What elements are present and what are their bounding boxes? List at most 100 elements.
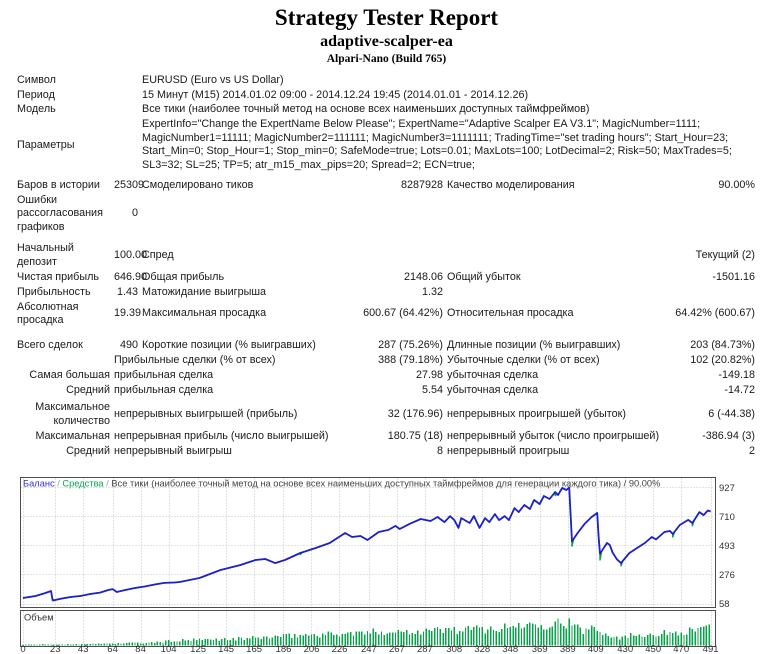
stat-row: Чистая прибыль 646.90 Общая прибыль 2148.06… xyxy=(15,270,757,285)
stat-cell: 102 (20.82%) xyxy=(690,353,756,366)
stat-cell: Прибыльность xyxy=(17,285,91,298)
stat-cell: Символ xyxy=(17,73,56,86)
stat-cell: 5.54 xyxy=(421,383,443,396)
stat-cell: 287 (75.26%) xyxy=(378,338,443,351)
stat-cell: 388 (79.18%) xyxy=(378,353,443,366)
stat-cell: ExpertInfo="Change the ExpertName Below … xyxy=(142,118,732,171)
stat-cell: 6 (-44.38) xyxy=(708,408,756,421)
stat-cell: -149.18 xyxy=(718,368,756,381)
balance-pane xyxy=(19,476,717,609)
spacer-cell xyxy=(15,328,757,338)
svg-text:247: 247 xyxy=(361,644,377,654)
stat-cell: Максимальная xyxy=(35,429,110,442)
stat-cell: Все тики (наиболее точный метод на основ… xyxy=(142,103,590,116)
stat-cell: 2 xyxy=(749,444,756,457)
stat-cell-empty xyxy=(15,353,112,368)
svg-text:23: 23 xyxy=(50,644,61,654)
stat-cell: EURUSD (Euro vs US Dollar) xyxy=(142,73,284,86)
stat-cell-empty xyxy=(140,193,757,235)
stats-table: Символ EURUSD (Euro vs US Dollar) Период 15… xyxy=(15,73,757,459)
y-axis-labels: 927 710 493 276 58 xyxy=(719,483,735,610)
stat-cell: Качество моделирования xyxy=(447,178,575,191)
page-title: Strategy Tester Report xyxy=(274,5,499,30)
svg-text:389: 389 xyxy=(560,644,576,654)
stat-cell: 64.42% (600.67) xyxy=(675,307,756,320)
stat-cell: -14.72 xyxy=(724,383,756,396)
svg-text:145: 145 xyxy=(218,644,234,654)
svg-text:64: 64 xyxy=(107,644,118,654)
stat-cell: Убыточные сделки (% от всех) xyxy=(447,353,600,366)
stat-cell: прибыльная сделка xyxy=(114,368,214,381)
stat-row: Абсолютная просадка 19.39 Максимальная про… xyxy=(15,300,757,328)
stat-cell: Модель xyxy=(17,103,56,116)
stat-cell: 25309 xyxy=(114,178,145,191)
stat-cell: 2148.06 xyxy=(403,270,443,283)
ea-name: adaptive-scalper-ea xyxy=(320,33,453,50)
stat-cell: Длинные позиции (% выигравших) xyxy=(447,338,621,351)
stat-cell: Абсолютная просадка xyxy=(17,300,79,327)
stat-cell: Общая прибыль xyxy=(142,270,225,283)
stat-cell: Средний xyxy=(66,444,110,457)
svg-text:369: 369 xyxy=(532,644,548,654)
stat-cell: Текущий (2) xyxy=(695,249,756,262)
stat-cell: -1501.16 xyxy=(712,270,756,283)
stat-cell: убыточная сделка xyxy=(447,383,539,396)
stat-cell: непрерывный проигрыш xyxy=(447,444,570,457)
stat-cell: 1.32 xyxy=(421,285,443,298)
svg-text:287: 287 xyxy=(417,644,433,654)
svg-text:125: 125 xyxy=(190,644,206,654)
stat-cell: 32 (176.96) xyxy=(387,408,443,421)
stat-cell: Ошибки рассогласования графиков xyxy=(17,193,103,233)
stat-row: Самая большая прибыльная сделка 27.98 убыто… xyxy=(15,368,757,383)
stat-row: Начальный депозит 100.00 Спред Текущий (2) xyxy=(15,242,757,270)
stat-cell: 1.43 xyxy=(116,285,138,298)
svg-text:0: 0 xyxy=(20,644,25,654)
svg-text:328: 328 xyxy=(474,644,490,654)
stat-cell: 490 xyxy=(119,338,138,351)
stat-row: Ошибки рассогласования графиков 0 xyxy=(15,193,757,235)
stat-cell: 180.75 (18) xyxy=(387,429,443,442)
stat-row: Прибыльные сделки (% от всех) 388 (79.18%… xyxy=(15,353,757,368)
stat-cell-empty xyxy=(330,242,445,270)
stat-cell: 203 (84.73%) xyxy=(690,338,756,351)
stat-cell: непрерывный убыток (число проигрышей) xyxy=(447,429,660,442)
stat-cell: Смоделировано тиков xyxy=(142,178,254,191)
stat-cell: Баров в истории xyxy=(17,178,100,191)
stat-cell: Всего сделок xyxy=(17,338,83,351)
svg-text:206: 206 xyxy=(304,644,320,654)
stat-cell: непрерывных выигрышей (прибыль) xyxy=(114,408,298,421)
stat-cell: Чистая прибыль xyxy=(17,270,100,283)
stat-cell: Спред xyxy=(142,249,174,262)
svg-text:267: 267 xyxy=(389,644,405,654)
stat-cell: убыточная сделка xyxy=(447,368,539,381)
svg-text:409: 409 xyxy=(588,644,604,654)
volume-label: Объем xyxy=(24,613,54,623)
stat-row: Баров в истории 25309 Смоделировано тиков 8… xyxy=(15,178,757,193)
svg-text:491: 491 xyxy=(703,644,719,654)
svg-text:186: 186 xyxy=(276,644,292,654)
stat-row: Средний прибыльная сделка 5.54 убыточная сд… xyxy=(15,383,757,398)
stat-cell: непрерывная прибыль (число выигрышей) xyxy=(114,429,329,442)
svg-text:430: 430 xyxy=(617,644,633,654)
stat-cell: 100.00 xyxy=(114,249,148,262)
stat-cell: Прибыльные сделки (% от всех) xyxy=(114,353,276,366)
svg-text:165: 165 xyxy=(246,644,262,654)
svg-text:84: 84 xyxy=(135,644,146,654)
spacer-row xyxy=(15,235,757,242)
stat-row: Всего сделок 490 Короткие позиции (% выигр… xyxy=(15,338,757,353)
stat-cell: 8 xyxy=(436,444,443,457)
stat-cell: Максимальное количество xyxy=(35,401,110,427)
stat-cell: 600.67 (64.42%) xyxy=(363,307,443,320)
stat-cell: 0 xyxy=(131,207,138,220)
stat-cell: непрерывный выигрыш xyxy=(114,444,232,457)
stat-cell: Матожидание выигрыша xyxy=(142,285,267,298)
svg-text:308: 308 xyxy=(446,644,462,654)
stat-cell: 8287928 xyxy=(400,178,443,191)
stat-row: Период 15 Минут (M15) 2014.01.02 09:00 - … xyxy=(15,88,757,103)
svg-text:927: 927 xyxy=(719,483,735,494)
svg-text:450: 450 xyxy=(645,644,661,654)
stat-row: Прибыльность 1.43 Матожидание выигрыша 1.32 xyxy=(15,285,757,300)
svg-text:276: 276 xyxy=(719,570,735,581)
strategy-tester-report-page: Strategy Tester Report adaptive-scalper-… xyxy=(0,0,773,654)
stat-cell: Общий убыток xyxy=(447,270,521,283)
